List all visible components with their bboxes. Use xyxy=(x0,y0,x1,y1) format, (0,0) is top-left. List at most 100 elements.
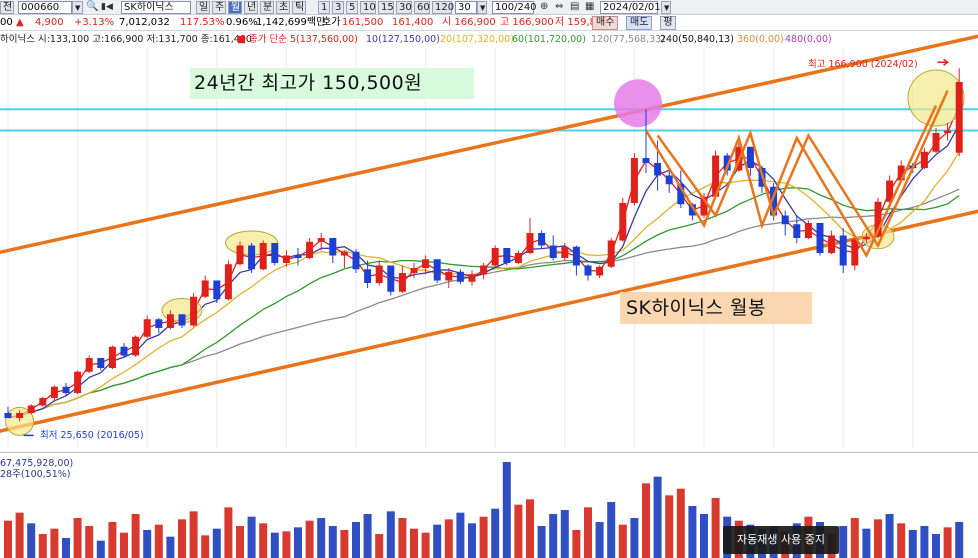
volume-bar xyxy=(317,518,326,558)
volume-bar xyxy=(131,514,140,558)
candle-body xyxy=(352,251,360,270)
volume-bar xyxy=(50,528,59,558)
candle-body xyxy=(248,245,256,270)
volume-bar xyxy=(201,535,210,558)
candle-body xyxy=(944,130,952,133)
candle-body xyxy=(39,398,47,406)
volume-bar xyxy=(178,519,186,558)
volume-bar xyxy=(386,511,395,558)
volume-bar xyxy=(839,526,848,558)
volume-bar xyxy=(212,528,221,558)
candle-body xyxy=(213,280,221,300)
volume-bar xyxy=(352,522,360,558)
ma20-line xyxy=(7,151,960,419)
candle-body xyxy=(259,243,267,270)
candle-body xyxy=(155,319,163,328)
volume-bar xyxy=(885,514,894,558)
volume-bar xyxy=(526,499,534,558)
volume-bar xyxy=(433,524,442,558)
volume-divider xyxy=(0,452,978,453)
volume-bar xyxy=(560,510,569,558)
record-high-callout: 24년간 최고가 150,500원 xyxy=(190,68,474,99)
volume-bar xyxy=(955,522,964,558)
low-label: 최저 25,650 (2016/05) xyxy=(40,430,144,441)
candle-body xyxy=(828,235,836,253)
candle-body xyxy=(607,240,615,267)
candle-body xyxy=(665,175,673,185)
volume-bar xyxy=(143,530,152,558)
candle-body xyxy=(584,265,592,276)
volume-bar xyxy=(259,523,268,558)
candle-body xyxy=(816,223,824,253)
volume-bar xyxy=(340,530,349,558)
chart-caption: SK하이닉스 월봉 xyxy=(620,292,812,324)
candle-body xyxy=(514,253,522,263)
candle-body xyxy=(306,241,314,258)
candle-body xyxy=(538,233,546,246)
volume-bar xyxy=(502,462,511,558)
high-label: 최고 166,900 (2024/02) xyxy=(808,59,918,70)
volume-bar xyxy=(85,526,94,558)
candle-body xyxy=(50,386,58,398)
candle-body xyxy=(781,215,789,225)
candle-body xyxy=(132,336,140,356)
candle-body xyxy=(526,233,534,253)
volume-bar xyxy=(270,532,279,558)
candle-body xyxy=(619,203,627,241)
volume-bar xyxy=(491,508,500,558)
candle-body xyxy=(630,158,638,203)
volume-bar xyxy=(15,512,24,558)
candle-body xyxy=(340,251,348,256)
candle-body xyxy=(955,82,963,153)
candle-body xyxy=(596,266,604,276)
volume-bar xyxy=(4,520,12,558)
volume-bar xyxy=(96,540,105,558)
volume-bar xyxy=(456,512,465,558)
volume-bar xyxy=(236,526,244,558)
volume-bar xyxy=(224,507,233,558)
candle-body xyxy=(85,358,93,372)
volume-bar xyxy=(862,528,871,558)
candle-body xyxy=(572,246,580,266)
candle-body xyxy=(491,248,499,266)
candle-body xyxy=(178,314,186,326)
price-chart[interactable] xyxy=(0,0,978,558)
volume-bar xyxy=(897,523,906,558)
volume-bar xyxy=(537,526,546,558)
candle-body xyxy=(364,269,372,283)
candle-body xyxy=(271,243,279,263)
volume-bar xyxy=(874,519,882,558)
volume-bar xyxy=(27,523,36,558)
ma5-line xyxy=(7,106,960,419)
candle-body xyxy=(433,259,441,281)
peak-marker xyxy=(614,79,662,128)
candle-body xyxy=(62,386,70,393)
volume-bar xyxy=(642,483,650,558)
volume-bar xyxy=(120,532,128,558)
volume-bar xyxy=(665,495,674,558)
volume-bar xyxy=(154,524,163,558)
candle-body xyxy=(166,314,174,328)
volume-bar xyxy=(688,506,697,558)
volume-bar xyxy=(584,507,592,558)
volume-bar xyxy=(514,504,523,558)
candle-body xyxy=(503,248,511,263)
volume-bar xyxy=(375,534,384,558)
candle-body xyxy=(804,223,812,238)
candle-body xyxy=(120,346,128,356)
volume-bar xyxy=(62,538,70,558)
volume-bar xyxy=(73,518,82,558)
volume-bar xyxy=(676,488,685,558)
candle-body xyxy=(387,265,395,292)
volume-bar xyxy=(711,498,720,558)
candle-body xyxy=(329,238,337,256)
chart-window: 전 000660 ▼ 🔍 ▮◀ SK하이닉스 일 주 월 년 분 초 틱 1 3… xyxy=(0,0,978,558)
volume-bar xyxy=(38,534,47,558)
candle-body xyxy=(317,238,325,242)
volume-bar xyxy=(398,518,407,558)
volume-bar xyxy=(305,520,314,558)
candle-body xyxy=(862,236,870,240)
volume-value-label: 67,475,928,00) xyxy=(0,458,74,469)
candle-body xyxy=(201,280,209,297)
candle-body xyxy=(468,274,476,282)
